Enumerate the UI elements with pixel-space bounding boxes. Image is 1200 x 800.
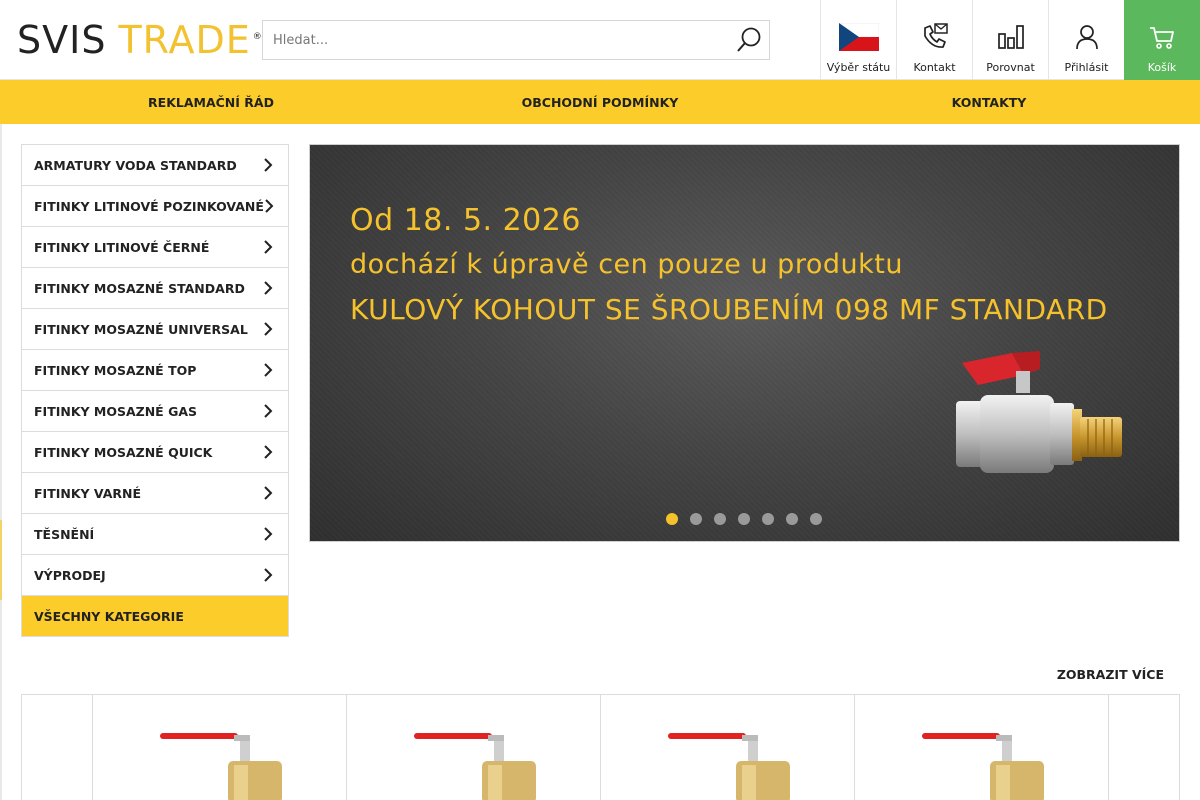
- side-tab-marker[interactable]: [0, 520, 2, 600]
- chevron-right-icon: [264, 198, 274, 214]
- slider-dot[interactable]: [714, 513, 726, 525]
- chevron-right-icon: [262, 280, 274, 296]
- carousel-prev-slot[interactable]: [22, 695, 93, 800]
- ball-valve-image: [950, 345, 1130, 499]
- compare-button[interactable]: Porovnat: [972, 0, 1048, 80]
- czech-flag-icon: [838, 19, 879, 55]
- logo[interactable]: SVIS TRADE ®: [17, 20, 262, 60]
- chevron-right-icon: [262, 485, 274, 501]
- nav-terms[interactable]: OBCHODNÍ PODMÍNKY: [422, 80, 778, 124]
- category-menu: ARMATURY VODA STANDARD FITINKY LITINOVÉ …: [21, 144, 289, 637]
- nav-contacts[interactable]: KONTAKTY: [778, 80, 1200, 124]
- chevron-right-icon: [262, 321, 274, 337]
- compare-bars-icon: [991, 19, 1031, 55]
- slider-dots: [666, 513, 822, 525]
- slider-dot[interactable]: [810, 513, 822, 525]
- search-box: [262, 20, 770, 60]
- category-item[interactable]: FITINKY MOSAZNÉ STANDARD: [22, 268, 288, 309]
- category-item[interactable]: FITINKY VARNÉ: [22, 473, 288, 514]
- compare-label: Porovnat: [986, 61, 1035, 74]
- category-label: FITINKY VARNÉ: [34, 485, 142, 501]
- slider-dot[interactable]: [786, 513, 798, 525]
- slider-dot[interactable]: [762, 513, 774, 525]
- login-label: Přihlásit: [1064, 61, 1109, 74]
- chevron-right-icon: [262, 444, 274, 460]
- cart-icon: [1142, 19, 1182, 55]
- category-item[interactable]: TĚSNĚNÍ: [22, 514, 288, 555]
- logo-registered-mark: ®: [252, 32, 262, 42]
- top-navigation: REKLAMAČNÍ ŘÁD OBCHODNÍ PODMÍNKY KONTAKT…: [0, 80, 1200, 124]
- ball-valve-icon: [667, 733, 790, 800]
- logo-text-trade: TRADE: [118, 18, 251, 62]
- category-item[interactable]: FITINKY MOSAZNÉ UNIVERSAL: [22, 309, 288, 350]
- site-header: SVIS TRADE ® Výběr státu Kontakt Porovna…: [0, 0, 1200, 80]
- category-label: VÝPRODEJ: [34, 567, 106, 583]
- nav-complaints[interactable]: REKLAMAČNÍ ŘÁD: [0, 80, 422, 124]
- country-select-label: Výběr státu: [826, 61, 891, 74]
- login-button[interactable]: Přihlásit: [1048, 0, 1124, 80]
- cart-button[interactable]: Košík: [1124, 0, 1200, 80]
- category-label: FITINKY LITINOVÉ ČERNÉ: [34, 239, 210, 255]
- category-item[interactable]: VÝPRODEJ: [22, 555, 288, 596]
- carousel-next-slot[interactable]: [1109, 695, 1179, 800]
- chevron-right-icon: [262, 567, 274, 583]
- ball-valve-icon: [921, 733, 1044, 800]
- category-label: ARMATURY VODA STANDARD: [34, 157, 237, 173]
- category-item[interactable]: FITINKY MOSAZNÉ QUICK: [22, 432, 288, 473]
- banner-text-line: dochází k úpravě cen pouze u produktu: [350, 249, 903, 280]
- slider-dot[interactable]: [738, 513, 750, 525]
- category-label: FITINKY LITINOVÉ POZINKOVANÉ: [34, 198, 264, 214]
- category-item[interactable]: FITINKY MOSAZNÉ GAS: [22, 391, 288, 432]
- product-card[interactable]: [601, 695, 855, 800]
- category-item[interactable]: FITINKY LITINOVÉ ČERNÉ: [22, 227, 288, 268]
- category-label: FITINKY MOSAZNÉ GAS: [34, 403, 198, 419]
- category-label: FITINKY MOSAZNÉ STANDARD: [34, 280, 245, 296]
- phone-mail-icon: [915, 19, 955, 55]
- category-item[interactable]: FITINKY MOSAZNÉ TOP: [22, 350, 288, 391]
- country-select-button[interactable]: Výběr státu: [820, 0, 896, 80]
- ball-valve-icon: [413, 733, 536, 800]
- banner-date-line: Od 18. 5. 2026: [350, 203, 581, 238]
- all-categories-button[interactable]: VŠECHNY KATEGORIE: [22, 596, 288, 636]
- search-input[interactable]: [263, 21, 723, 59]
- product-card[interactable]: [855, 695, 1109, 800]
- chevron-right-icon: [262, 157, 274, 173]
- slider-dot[interactable]: [690, 513, 702, 525]
- cart-label: Košík: [1147, 61, 1177, 74]
- chevron-right-icon: [262, 239, 274, 255]
- user-icon: [1067, 19, 1107, 55]
- contact-label: Kontakt: [913, 61, 956, 74]
- category-label: FITINKY MOSAZNÉ TOP: [34, 362, 197, 378]
- category-item[interactable]: FITINKY LITINOVÉ POZINKOVANÉ: [22, 186, 288, 227]
- logo-text-svis: SVIS: [17, 18, 107, 62]
- slider-dot[interactable]: [666, 513, 678, 525]
- category-label: FITINKY MOSAZNÉ QUICK: [34, 444, 213, 460]
- chevron-right-icon: [262, 526, 274, 542]
- ball-valve-icon: [159, 733, 282, 800]
- search-icon[interactable]: [729, 21, 769, 59]
- category-item[interactable]: ARMATURY VODA STANDARD: [22, 145, 288, 186]
- promo-banner[interactable]: Od 18. 5. 2026 dochází k úpravě cen pouz…: [309, 144, 1180, 542]
- chevron-right-icon: [262, 403, 274, 419]
- banner-product-line: KULOVÝ KOHOUT SE ŠROUBENÍM 098 MF STANDA…: [350, 293, 1108, 326]
- product-carousel: [21, 694, 1180, 800]
- chevron-right-icon: [262, 362, 274, 378]
- contact-button[interactable]: Kontakt: [896, 0, 972, 80]
- category-label: TĚSNĚNÍ: [34, 526, 95, 542]
- show-more-link[interactable]: ZOBRAZIT VÍCE: [1057, 667, 1164, 682]
- product-card[interactable]: [93, 695, 347, 800]
- category-label: FITINKY MOSAZNÉ UNIVERSAL: [34, 321, 248, 337]
- product-card[interactable]: [347, 695, 601, 800]
